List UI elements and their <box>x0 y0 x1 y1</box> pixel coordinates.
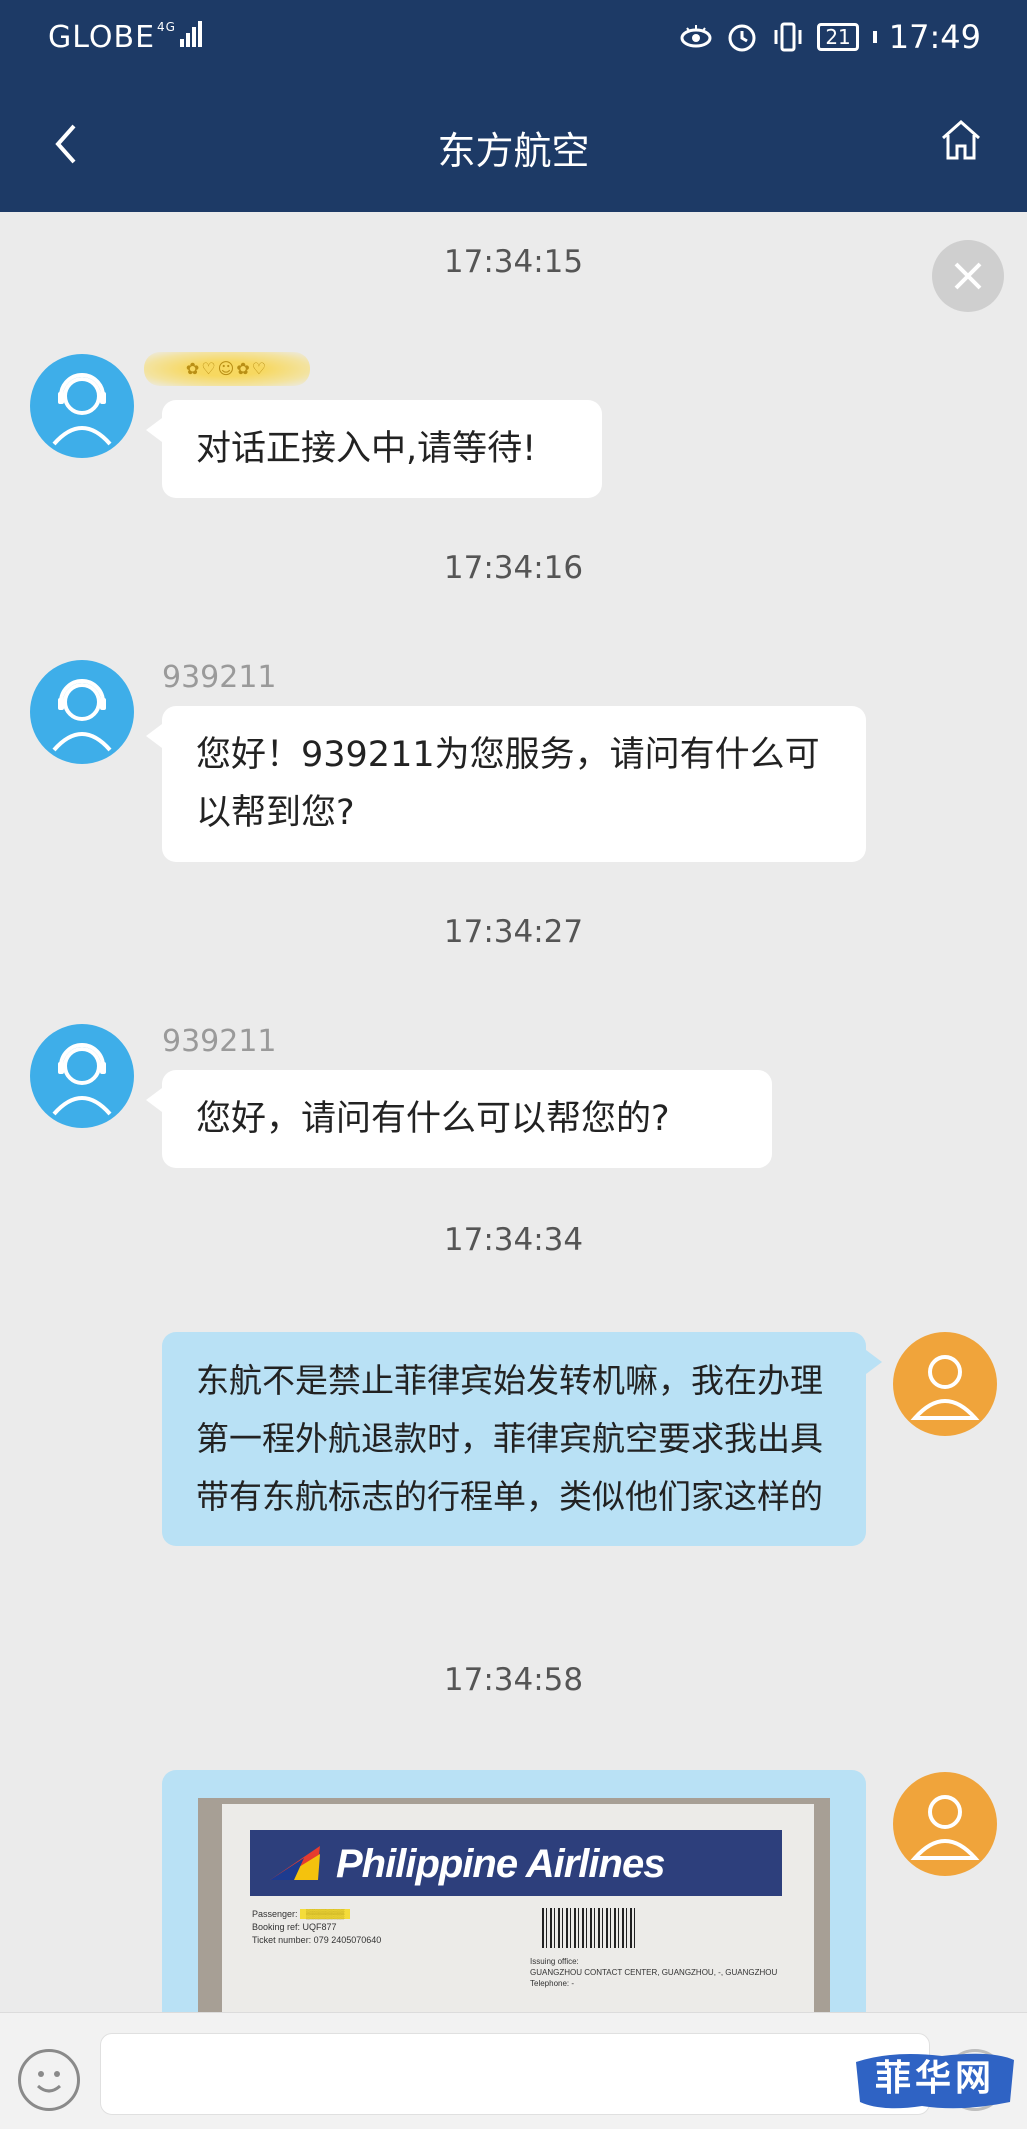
page-title: 东方航空 <box>437 129 590 173</box>
agent-message-bubble: 您好，请问有什么可以帮您的? <box>146 1070 772 1168</box>
telephone-label: Telephone: - <box>530 1979 575 1988</box>
ticket-photo[interactable]: Philippine Airlines Passenger: ▒▒▒▒▒▒ Bo… <box>198 1798 830 2012</box>
battery-level: 21 <box>825 25 851 49</box>
app-header: GLOBE 4G 21 17:49 东方航空 <box>0 0 1027 212</box>
signal-icon <box>178 20 202 55</box>
airline-banner: Philippine Airlines <box>250 1830 782 1896</box>
issuing-office-value: GUANGZHOU CONTACT CENTER, GUANGZHOU, -, … <box>530 1968 778 1977</box>
issuing-office-label: Issuing office: <box>530 1957 579 1966</box>
site-watermark: 菲华网 <box>852 2048 1018 2114</box>
ticket-document: Philippine Airlines Passenger: ▒▒▒▒▒▒ Bo… <box>222 1804 814 2012</box>
status-time: 17:49 <box>888 18 981 56</box>
alarm-icon <box>728 24 756 52</box>
user-image-message[interactable]: Philippine Airlines Passenger: ▒▒▒▒▒▒ Bo… <box>162 1770 866 2012</box>
sender-name: 939211 <box>162 1024 277 1059</box>
carrier-name: GLOBE 4G <box>48 20 202 55</box>
redacted-sender-name: ✿♡☺✿♡ <box>144 352 310 386</box>
message-timestamp: 17:34:27 <box>443 914 584 950</box>
agent-avatar[interactable] <box>30 1024 134 1128</box>
watermark-text: 菲华网 <box>874 2058 995 2099</box>
emoji-icon <box>36 2071 62 2093</box>
user-avatar[interactable] <box>893 1332 997 1436</box>
user-avatar[interactable] <box>893 1772 997 1876</box>
home-icon[interactable] <box>937 116 985 164</box>
close-icon <box>954 262 982 290</box>
headset-agent-icon <box>52 679 112 752</box>
user-icon <box>910 1795 980 1860</box>
headset-agent-icon <box>52 1043 112 1116</box>
message-timestamp: 17:34:15 <box>443 244 584 280</box>
message-timestamp: 17:34:34 <box>443 1222 584 1258</box>
barcode <box>542 1908 638 1948</box>
agent-message-bubble: 您好！939211为您服务，请问有什么可以帮到您? <box>146 706 866 862</box>
headset-agent-icon <box>52 373 112 446</box>
eye-icon <box>680 25 712 48</box>
redacted-passenger: ▒▒▒▒▒▒ <box>300 1909 351 1919</box>
agent-avatar[interactable] <box>30 660 134 764</box>
airline-name: Philippine Airlines <box>336 1842 665 1886</box>
nav-bar: 东方航空 <box>0 76 1027 212</box>
sender-name: 939211 <box>162 660 277 695</box>
message-input[interactable] <box>100 2033 930 2115</box>
battery-icon: 21 <box>817 23 859 51</box>
network-type: 4G <box>157 20 176 34</box>
booking-ref: Booking ref: UQF877 <box>252 1922 337 1932</box>
status-icons: 21 17:49 <box>679 18 981 56</box>
airline-logo <box>270 1846 320 1880</box>
close-button[interactable] <box>932 240 1004 312</box>
agent-message-bubble: 对话正接入中,请等待! <box>146 400 602 498</box>
status-bar: GLOBE 4G 21 17:49 <box>0 0 1027 76</box>
passenger-label: Passenger: <box>252 1909 298 1919</box>
agent-avatar[interactable] <box>30 354 134 458</box>
carrier-label: GLOBE <box>48 20 156 55</box>
issuing-office: Issuing office: GUANGZHOU CONTACT CENTER… <box>530 1956 790 1989</box>
ticket-details: Passenger: ▒▒▒▒▒▒ Booking ref: UQF877 Ti… <box>252 1908 381 1947</box>
user-icon <box>910 1355 980 1420</box>
message-timestamp: 17:34:16 <box>443 550 584 586</box>
battery-tip <box>872 31 877 43</box>
message-timestamp: 17:34:58 <box>443 1662 584 1698</box>
ticket-number: Ticket number: 079 2405070640 <box>252 1935 382 1945</box>
user-message-bubble: 东航不是禁止菲律宾始发转机嘛，我在办理第一程外航退款时，菲律宾航空要求我出具带有… <box>162 1332 882 1546</box>
vibrate-icon <box>774 22 802 52</box>
emoji-button[interactable] <box>18 2049 80 2111</box>
